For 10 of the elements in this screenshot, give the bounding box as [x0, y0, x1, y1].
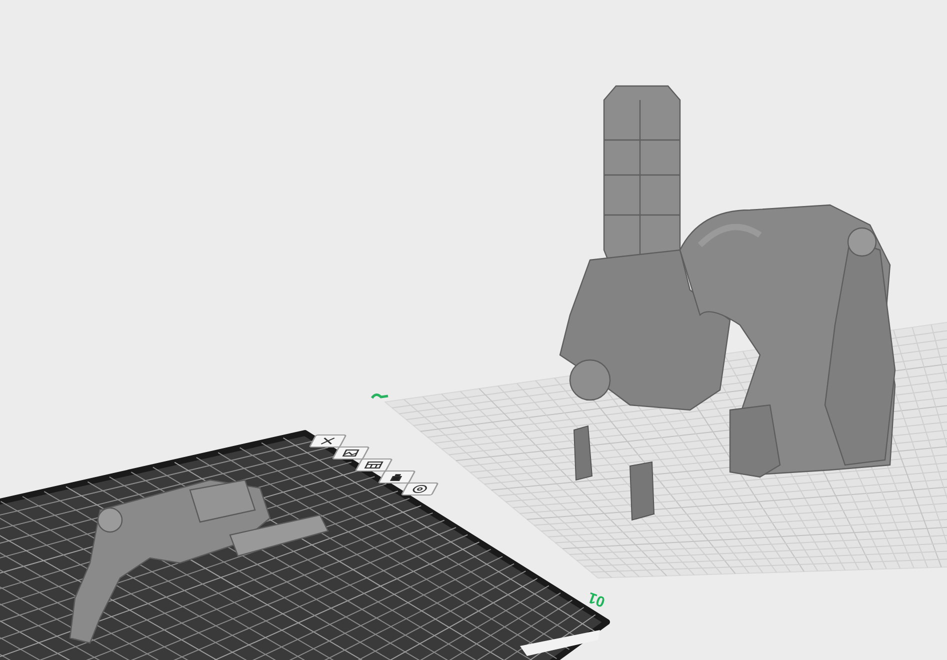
grid-button[interactable] — [355, 458, 393, 472]
support-block — [573, 425, 593, 481]
lock-button[interactable] — [378, 470, 416, 484]
support-block — [629, 461, 655, 521]
build-plate[interactable] — [0, 430, 610, 660]
target-button[interactable] — [401, 482, 439, 496]
axis-marker-icon — [371, 394, 388, 399]
close-button[interactable] — [309, 434, 347, 448]
plate-number: 01 — [586, 588, 608, 610]
picture-button[interactable] — [332, 446, 370, 460]
